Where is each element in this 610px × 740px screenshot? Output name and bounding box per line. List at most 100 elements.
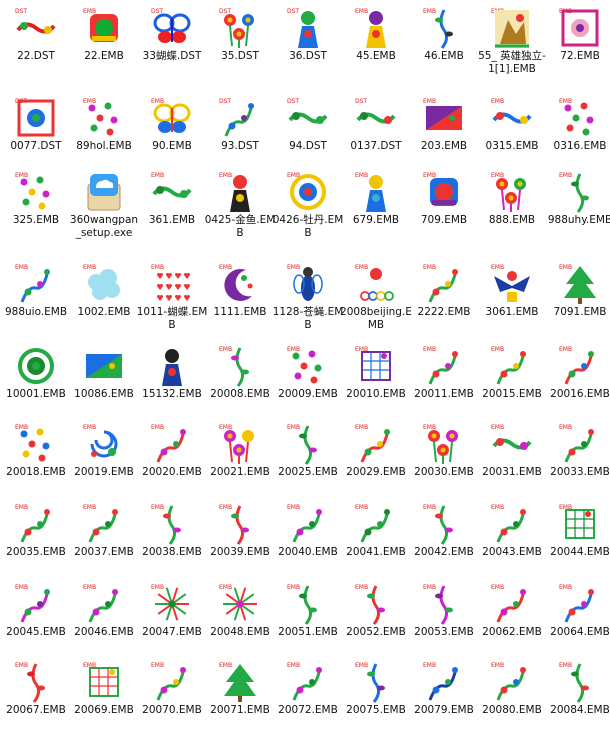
file-name-label: 33蝴蝶.DST (142, 50, 202, 62)
embroidery-thumbnail-icon (150, 344, 194, 388)
file-name-label: 46.EMB (424, 50, 464, 62)
file-type-tag: EMB (355, 504, 368, 511)
embroidery-thumbnail-icon: EMB (150, 96, 194, 140)
file-name-label: 22.DST (17, 50, 55, 62)
file-name-label: 20018.EMB (6, 466, 66, 478)
embroidery-thumbnail-icon: EMB (558, 422, 602, 466)
file-name-label: 679.EMB (352, 214, 400, 226)
file-name-label: 20009.EMB (278, 388, 338, 400)
embroidery-thumbnail-icon: EMB (422, 170, 466, 214)
file-type-tag: EMB (83, 504, 96, 511)
file-name-label: 0077.DST (10, 140, 62, 152)
file-name-label: 20079.EMB (414, 704, 474, 716)
file-name-label: 20040.EMB (278, 546, 338, 558)
file-name-label: 7091.EMB (553, 306, 607, 318)
file-type-tag: EMB (355, 424, 368, 431)
embroidery-thumbnail-icon: EMB (422, 6, 466, 50)
embroidery-thumbnail-icon: EMB (82, 660, 126, 704)
file-type-tag: EMB (355, 172, 368, 179)
file-type-tag: EMB (287, 662, 300, 669)
embroidery-thumbnail-icon: EMB (82, 502, 126, 546)
file-name-label: 20029.EMB (346, 466, 406, 478)
file-name-label: 20071.EMB (210, 704, 270, 716)
file-name-label: 36.DST (289, 50, 327, 62)
file-type-tag: EMB (151, 172, 164, 179)
file-type-tag: EMB (151, 504, 164, 511)
file-name-label: 20051.EMB (278, 626, 338, 638)
file-type-tag: EMB (219, 504, 232, 511)
embroidery-thumbnail-icon: EMB (150, 170, 194, 214)
file-name-label: 1011-蝴蝶.EMB (136, 306, 208, 331)
file-name-label: 20045.EMB (6, 626, 66, 638)
file-icon-grid: DST 22.DST EMB 22.EMB DST 33蝴蝶.DST DST 35.DST DS… (0, 0, 610, 740)
file-name-label: 1111.EMB (213, 306, 267, 318)
embroidery-thumbnail-icon: EMB (558, 660, 602, 704)
file-type-tag: EMB (559, 98, 572, 105)
file-name-label: 20030.EMB (414, 466, 474, 478)
file-name-label: 20053.EMB (414, 626, 474, 638)
file-name-label: 20052.EMB (346, 626, 406, 638)
file-type-tag: EMB (491, 662, 504, 669)
file-type-tag: EMB (423, 8, 436, 15)
embroidery-thumbnail-icon: EMB (354, 502, 398, 546)
embroidery-thumbnail-icon: EMB (150, 582, 194, 626)
embroidery-thumbnail-icon: EMB (558, 6, 602, 50)
embroidery-thumbnail-icon: EMB (286, 502, 330, 546)
file-name-label: 0316.EMB (553, 140, 607, 152)
embroidery-thumbnail-icon: EMB (490, 422, 534, 466)
embroidery-thumbnail-icon: EMB (286, 262, 330, 306)
embroidery-thumbnail-icon: EMB (218, 660, 262, 704)
file-type-tag: DST (219, 8, 231, 15)
file-type-tag: DST (287, 8, 299, 15)
file-name-label: 20039.EMB (210, 546, 270, 558)
embroidery-thumbnail-icon: EMB (354, 660, 398, 704)
file-name-label: 709.EMB (420, 214, 468, 226)
file-type-tag: EMB (83, 98, 96, 105)
file-name-label: 20031.EMB (482, 466, 542, 478)
embroidery-thumbnail-icon: EMB (150, 262, 194, 306)
embroidery-thumbnail-icon: DST (218, 6, 262, 50)
embroidery-thumbnail-icon: EMB (82, 96, 126, 140)
embroidery-thumbnail-icon: DST (218, 96, 262, 140)
embroidery-thumbnail-icon: EMB (490, 582, 534, 626)
embroidery-thumbnail-icon: EMB (14, 170, 58, 214)
file-type-tag: EMB (491, 98, 504, 105)
file-name-label: 0426-牡丹.EMB (272, 214, 344, 239)
embroidery-thumbnail-icon: EMB (82, 6, 126, 50)
embroidery-thumbnail-icon: DST (14, 6, 58, 50)
embroidery-thumbnail-icon: EMB (354, 262, 398, 306)
file-type-tag: EMB (15, 662, 28, 669)
file-type-tag: EMB (423, 584, 436, 591)
file-name-label: 20037.EMB (74, 546, 134, 558)
embroidery-thumbnail-icon: EMB (422, 660, 466, 704)
embroidery-thumbnail-icon: EMB (286, 344, 330, 388)
file-type-tag: EMB (151, 264, 164, 271)
file-type-tag: EMB (15, 172, 28, 179)
file-type-tag: EMB (355, 584, 368, 591)
embroidery-thumbnail-icon: EMB (490, 344, 534, 388)
file-name-label: 988uio.EMB (4, 306, 68, 318)
embroidery-thumbnail-icon: EMB (422, 96, 466, 140)
embroidery-thumbnail-icon: EMB (14, 582, 58, 626)
file-type-tag: EMB (559, 346, 572, 353)
file-name-label: 0315.EMB (485, 140, 539, 152)
file-type-tag: DST (355, 98, 367, 105)
embroidery-thumbnail-icon: EMB (422, 344, 466, 388)
file-type-tag: EMB (559, 264, 572, 271)
embroidery-thumbnail-icon: EMB (286, 582, 330, 626)
file-name-label: 20048.EMB (210, 626, 270, 638)
file-type-tag: EMB (491, 424, 504, 431)
file-type-tag: EMB (151, 424, 164, 431)
file-type-tag: EMB (15, 424, 28, 431)
file-name-label: 888.EMB (488, 214, 536, 226)
file-type-tag: EMB (423, 98, 436, 105)
file-type-tag: EMB (219, 662, 232, 669)
file-name-label: 20025.EMB (278, 466, 338, 478)
file-type-tag: EMB (219, 264, 232, 271)
embroidery-thumbnail-icon: EMB (558, 344, 602, 388)
file-type-tag: EMB (287, 584, 300, 591)
file-type-tag: EMB (491, 584, 504, 591)
file-name-label: 20038.EMB (142, 546, 202, 558)
file-type-tag: EMB (83, 424, 96, 431)
file-name-label: 20069.EMB (74, 704, 134, 716)
